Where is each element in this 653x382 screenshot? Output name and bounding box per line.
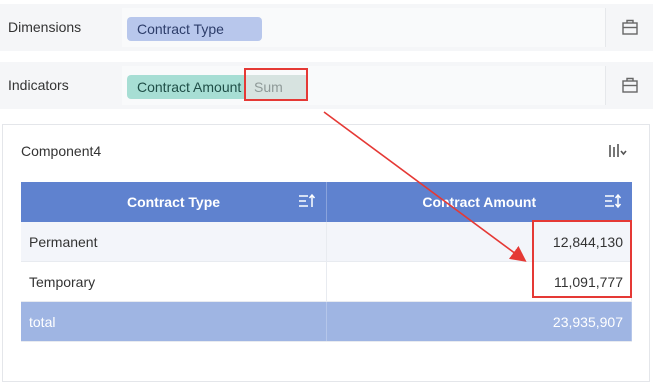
component-title: Component4: [21, 143, 102, 159]
folder-icon[interactable]: [621, 76, 639, 94]
column-header-contract-amount[interactable]: Contract Amount: [326, 182, 632, 222]
dimensions-row: Dimensions Contract Type: [0, 4, 653, 51]
folder-icon[interactable]: [621, 18, 639, 36]
total-label: total: [21, 301, 327, 342]
dimension-field-pill[interactable]: Contract Type: [127, 17, 262, 41]
cell-contract-type: Temporary: [21, 261, 327, 302]
chart-settings-icon[interactable]: [607, 141, 627, 161]
indicators-drop-area[interactable]: Contract Amount Sum: [122, 66, 606, 105]
table-header-row: Contract Type Contract Amount: [21, 182, 632, 222]
indicators-row: Indicators Contract Amount Sum: [0, 62, 653, 109]
annotation-box-amounts: [532, 220, 632, 298]
total-row: total 23,935,907: [21, 301, 632, 342]
indicators-label: Indicators: [8, 77, 69, 93]
sort-asc-icon[interactable]: [298, 192, 316, 210]
cell-contract-type: Permanent: [21, 222, 327, 262]
column-header-contract-type[interactable]: Contract Type: [21, 182, 327, 222]
total-amount: 23,935,907: [326, 301, 632, 342]
dimensions-label: Dimensions: [8, 19, 82, 35]
sort-both-icon[interactable]: [604, 192, 622, 210]
annotation-box-sum: [244, 68, 308, 101]
dimensions-drop-area[interactable]: Contract Type: [122, 8, 606, 47]
indicator-field-name: Contract Amount: [137, 79, 242, 95]
